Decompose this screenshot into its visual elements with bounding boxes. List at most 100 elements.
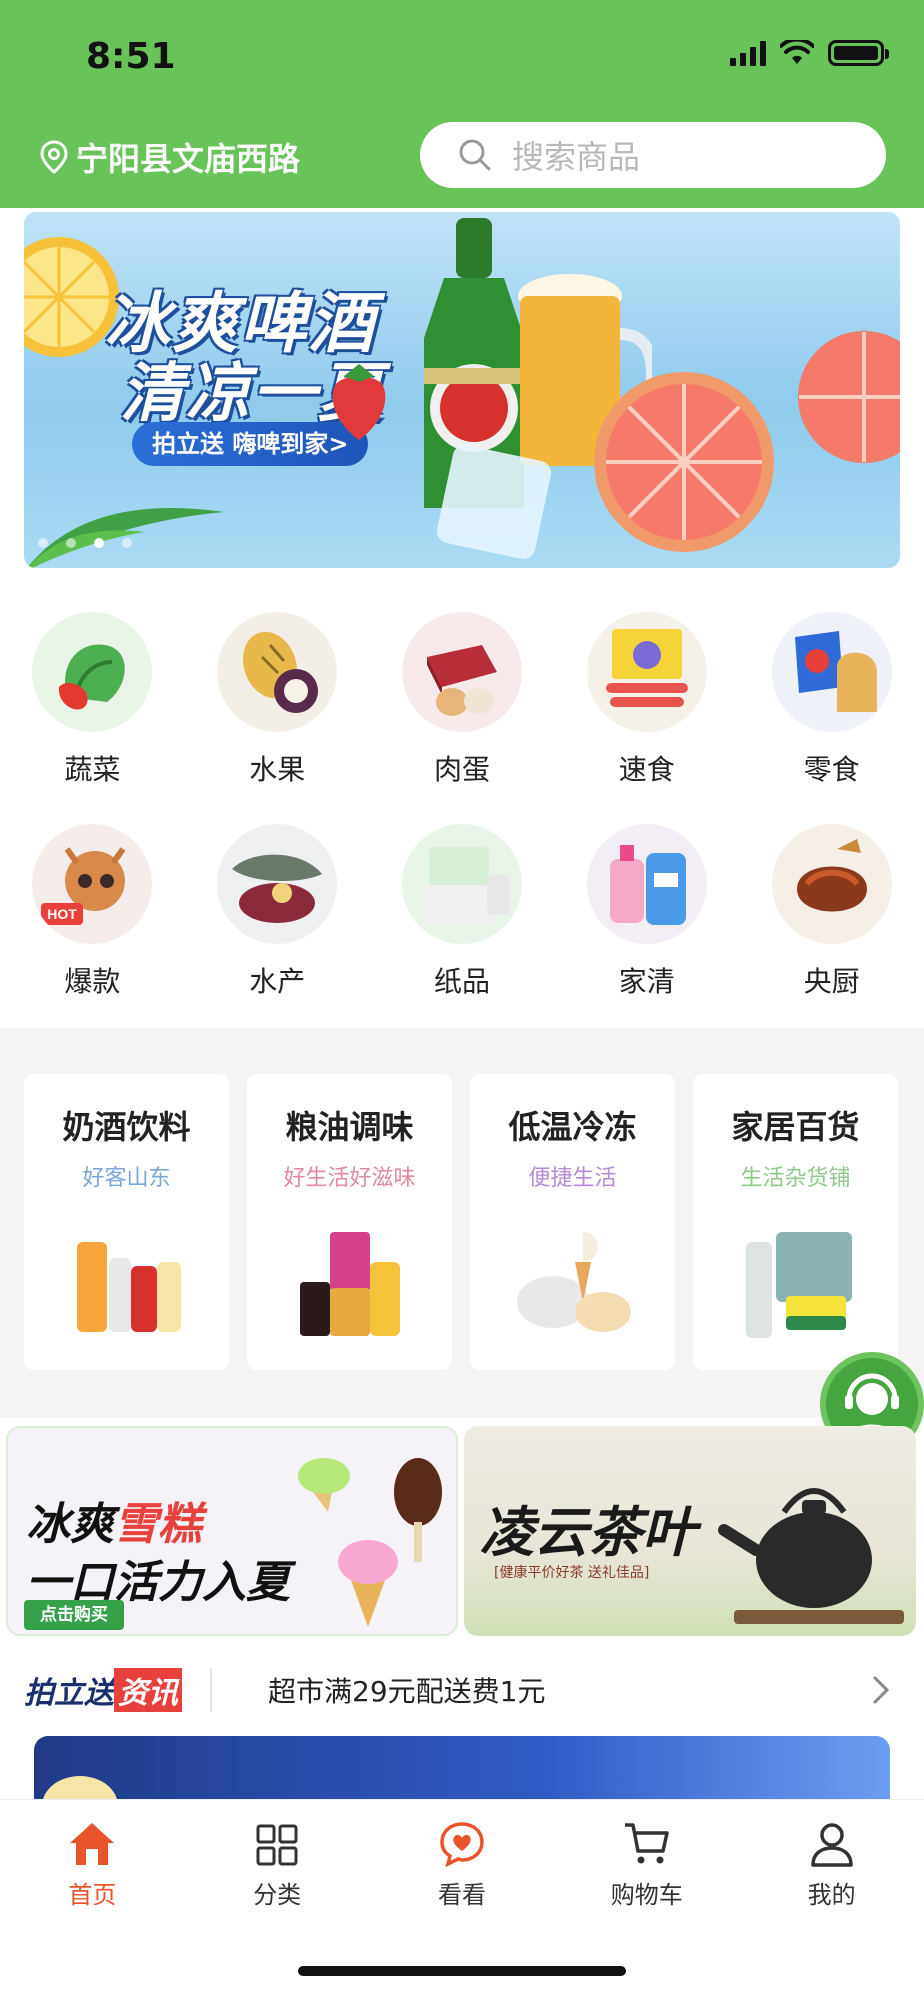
- tab-label: 购物车: [610, 1881, 683, 1909]
- promo-ice-cream[interactable]: 冰爽雪糕 一口活力入夏 点击购买: [6, 1426, 458, 1636]
- frozen-food-icon: [516, 1232, 631, 1332]
- category-vegetables[interactable]: 蔬菜: [0, 612, 185, 788]
- category-snacks[interactable]: 零食: [739, 612, 924, 788]
- category-fruits[interactable]: 水果: [185, 612, 370, 788]
- top-header: 8:51 宁阳县文庙西路 搜索商品: [0, 0, 924, 208]
- category-label: 爆款: [64, 965, 121, 998]
- seafood-icon: [217, 824, 338, 944]
- battery-icon: [828, 40, 889, 66]
- grapefruit-icon: [594, 372, 774, 552]
- promo-left-title: 冰爽雪糕: [26, 1488, 202, 1552]
- category-label: 零食: [803, 753, 860, 786]
- section-card-frozen[interactable]: 低温冷冻 便捷生活: [470, 1074, 675, 1370]
- heart-chat-icon: [440, 1822, 484, 1867]
- household-icon: [745, 1232, 852, 1338]
- carousel-dot[interactable]: [122, 538, 132, 548]
- section-card-title: 奶酒饮料: [62, 1108, 191, 1146]
- cart-icon: [624, 1823, 669, 1864]
- cleaning-icon: [586, 824, 707, 944]
- category-label: 水果: [249, 753, 306, 786]
- tab-mine[interactable]: 我的: [739, 1800, 924, 1912]
- news-logo: 拍立送 资讯: [24, 1668, 182, 1712]
- chevron-right-icon: [873, 1676, 890, 1704]
- promo-right-title: 凌云茶叶: [480, 1500, 696, 1564]
- tab-category[interactable]: 分类: [185, 1800, 370, 1912]
- section-card-title: 低温冷冻: [508, 1108, 637, 1146]
- grid-icon: [256, 1824, 298, 1866]
- grapefruit-icon: [798, 331, 900, 463]
- carousel-dot[interactable]: [66, 538, 76, 548]
- status-time: 8:51: [86, 36, 176, 77]
- drinks-icon: [76, 1242, 181, 1332]
- section-card-drinks[interactable]: 奶酒饮料 好客山东: [24, 1074, 229, 1370]
- section-card-grain-oil[interactable]: 粮油调味 好生活好滋味: [247, 1074, 452, 1370]
- app-screen: 8:51 宁阳县文庙西路 搜索商品 冰爽啤酒 清凉一夏 拍立送 嗨啤到家> 蔬菜…: [0, 0, 924, 2000]
- user-icon: [810, 1823, 853, 1867]
- category-label: 央厨: [803, 965, 860, 998]
- category-grid: 蔬菜 水果 肉蛋 速食 零食 HOT 爆款 水产 纸品 家清 央厨: [0, 612, 924, 1000]
- tab-cart[interactable]: 购物车: [554, 1800, 739, 1912]
- category-label: 水产: [249, 965, 306, 998]
- search-input[interactable]: 搜索商品: [420, 122, 886, 188]
- news-ticker[interactable]: 拍立送 资讯 超市满29元配送费1元: [0, 1648, 924, 1732]
- category-seafood[interactable]: 水产: [185, 824, 370, 1000]
- promo-banner-carousel[interactable]: 冰爽啤酒 清凉一夏 拍立送 嗨啤到家>: [24, 212, 900, 568]
- section-card-title: 粮油调味: [285, 1108, 414, 1146]
- news-text: 超市满29元配送费1元: [268, 1675, 546, 1708]
- paper-icon: [401, 824, 522, 944]
- section-cards: 奶酒饮料 好客山东 粮油调味 好生活好滋味 低温冷冻 便捷生活 家居百货 生活杂…: [24, 1074, 898, 1370]
- location-selector[interactable]: 宁阳县文庙西路: [40, 134, 300, 180]
- carousel-dot[interactable]: [38, 538, 48, 548]
- meat-egg-icon: [401, 612, 522, 732]
- category-central-kitchen[interactable]: 央厨: [739, 824, 924, 1000]
- vegetable-icon: [32, 612, 153, 732]
- news-logo-a: 拍立送: [24, 1676, 114, 1711]
- promo-right-subtitle: [健康平价好茶 送礼佳品]: [494, 1565, 650, 1581]
- category-label: 纸品: [433, 965, 490, 998]
- category-label: 肉蛋: [433, 753, 490, 786]
- category-hot[interactable]: HOT 爆款: [0, 824, 185, 1000]
- instant-food-icon: [586, 612, 707, 732]
- svg-text:HOT: HOT: [48, 906, 78, 922]
- status-icons: [730, 40, 889, 66]
- category-label: 家清: [618, 965, 675, 998]
- tab-label: 首页: [68, 1881, 117, 1909]
- carousel-dots: [38, 538, 132, 548]
- location-pin-icon: [40, 140, 68, 174]
- wifi-icon: [780, 40, 814, 64]
- category-label: 速食: [618, 753, 675, 786]
- tab-watch[interactable]: 看看: [370, 1800, 555, 1912]
- snack-icon: [771, 612, 892, 732]
- section-card-subtitle: 便捷生活: [528, 1166, 617, 1191]
- category-cleaning[interactable]: 家清: [554, 824, 739, 1000]
- news-logo-b: 资讯: [114, 1668, 182, 1712]
- fruit-icon: [217, 612, 338, 732]
- search-placeholder: 搜索商品: [512, 138, 641, 176]
- section-card-household[interactable]: 家居百货 生活杂货铺: [693, 1074, 898, 1370]
- section-card-subtitle: 好生活好滋味: [283, 1166, 416, 1191]
- hot-deer-icon: HOT: [32, 824, 153, 944]
- search-icon: [459, 139, 491, 171]
- buy-now-button[interactable]: 点击购买: [24, 1600, 124, 1630]
- section-card-subtitle: 好客山东: [82, 1166, 171, 1191]
- tab-label: 分类: [253, 1881, 302, 1909]
- home-icon: [70, 1823, 115, 1865]
- tab-label: 看看: [437, 1881, 486, 1909]
- promo-tea[interactable]: 凌云茶叶 [健康平价好茶 送礼佳品]: [464, 1426, 916, 1636]
- category-meat-eggs[interactable]: 肉蛋: [370, 612, 555, 788]
- teapot-icon: [718, 1488, 904, 1624]
- cellular-signal-icon: [730, 40, 766, 66]
- promo-left-title-a: 冰爽: [26, 1499, 114, 1550]
- home-indicator: [298, 1966, 626, 1976]
- strawberry-icon: [332, 364, 386, 440]
- category-instant-food[interactable]: 速食: [554, 612, 739, 788]
- palm-leaf-icon: [27, 508, 224, 568]
- grain-oil-icon: [299, 1232, 400, 1336]
- tab-home[interactable]: 首页: [0, 1800, 185, 1912]
- carousel-dot-active[interactable]: [94, 538, 104, 548]
- ice-cream-icon: [298, 1458, 442, 1627]
- central-kitchen-icon: [771, 824, 892, 944]
- location-text: 宁阳县文庙西路: [76, 140, 301, 178]
- ice-cube-icon: [436, 444, 552, 560]
- category-paper[interactable]: 纸品: [370, 824, 555, 1000]
